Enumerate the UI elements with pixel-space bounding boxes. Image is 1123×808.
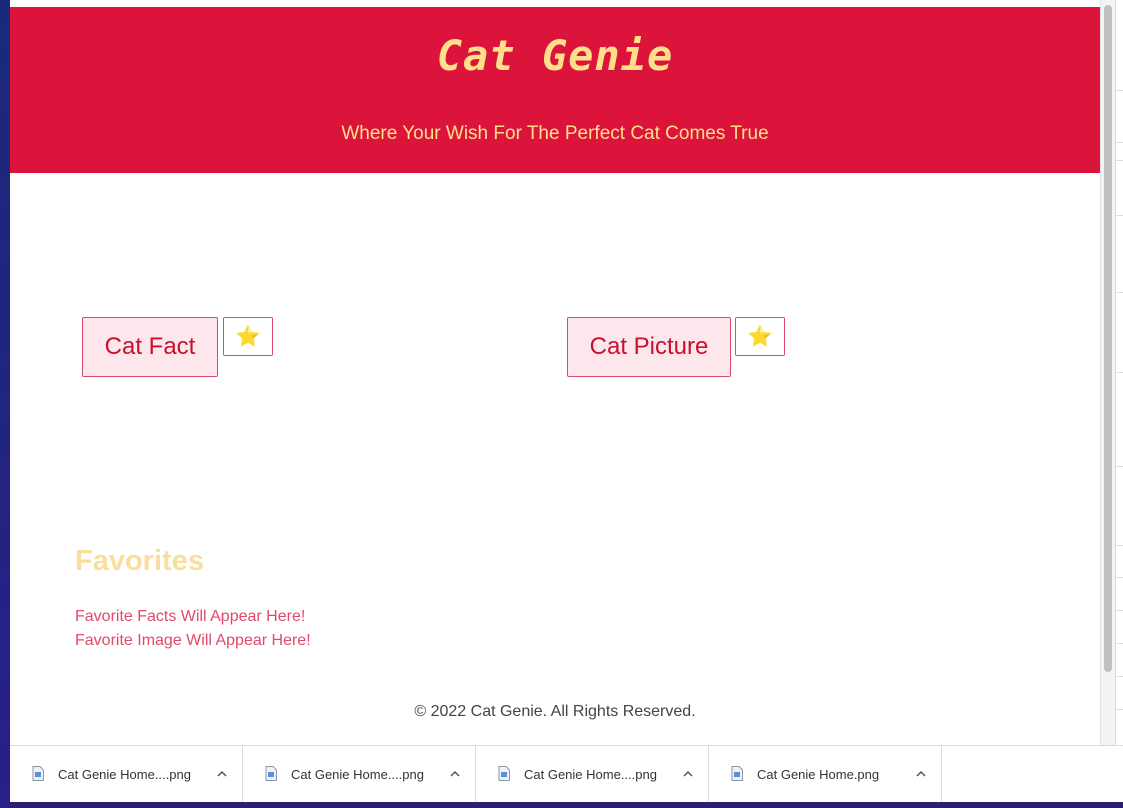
cat-fact-button[interactable]: Cat Fact [82,317,218,377]
downloads-bar: Cat Genie Home....png Cat Genie Home....… [10,745,1123,803]
divider [1116,160,1123,161]
download-item[interactable]: Cat Genie Home....png [476,746,709,803]
scrollbar-thumb[interactable] [1104,5,1112,672]
browser-window: Cat Genie Where Your Wish For The Perfec… [10,0,1123,808]
chevron-up-icon[interactable] [915,768,927,780]
download-filename: Cat Genie Home....png [524,767,657,782]
divider [1116,577,1123,578]
favorite-facts-placeholder: Favorite Facts Will Appear Here! [75,608,306,625]
side-panel-edge [1115,0,1123,745]
favorite-picture-button[interactable]: ⭐ [735,317,785,356]
divider [1116,643,1123,644]
image-file-icon [265,766,277,781]
top-strip [10,0,1100,7]
download-filename: Cat Genie Home....png [58,767,191,782]
divider [1116,292,1123,293]
star-icon: ⭐ [747,326,773,348]
divider [1116,90,1123,91]
download-filename: Cat Genie Home.png [757,767,880,782]
chevron-up-icon[interactable] [449,768,461,780]
download-item[interactable]: Cat Genie Home....png [243,746,476,803]
cat-picture-button[interactable]: Cat Picture [567,317,731,377]
site-title: Cat Genie [436,31,674,80]
divider [1116,142,1123,143]
favorite-fact-button[interactable]: ⭐ [223,317,273,356]
chevron-up-icon[interactable] [216,768,228,780]
site-header: Cat Genie Where Your Wish For The Perfec… [10,7,1100,173]
download-filename: Cat Genie Home....png [291,767,424,782]
window-bottom-edge [10,802,1123,808]
image-file-icon [498,766,510,781]
favorites-heading: Favorites [75,545,204,577]
image-file-icon [731,766,743,781]
download-item[interactable]: Cat Genie Home.png [709,746,942,803]
star-icon: ⭐ [235,326,261,348]
image-file-icon [32,766,44,781]
divider [1116,545,1123,546]
divider [1116,709,1123,710]
site-subtitle: Where Your Wish For The Perfect Cat Come… [341,123,769,144]
divider [1116,215,1123,216]
divider [1116,372,1123,373]
download-item[interactable]: Cat Genie Home....png [10,746,243,803]
footer-copyright: © 2022 Cat Genie. All Rights Reserved. [414,703,696,720]
divider [1116,466,1123,467]
divider [1116,610,1123,611]
chevron-up-icon[interactable] [682,768,694,780]
favorite-image-placeholder: Favorite Image Will Appear Here! [75,632,311,649]
divider [1116,676,1123,677]
vertical-scrollbar[interactable] [1100,0,1116,745]
